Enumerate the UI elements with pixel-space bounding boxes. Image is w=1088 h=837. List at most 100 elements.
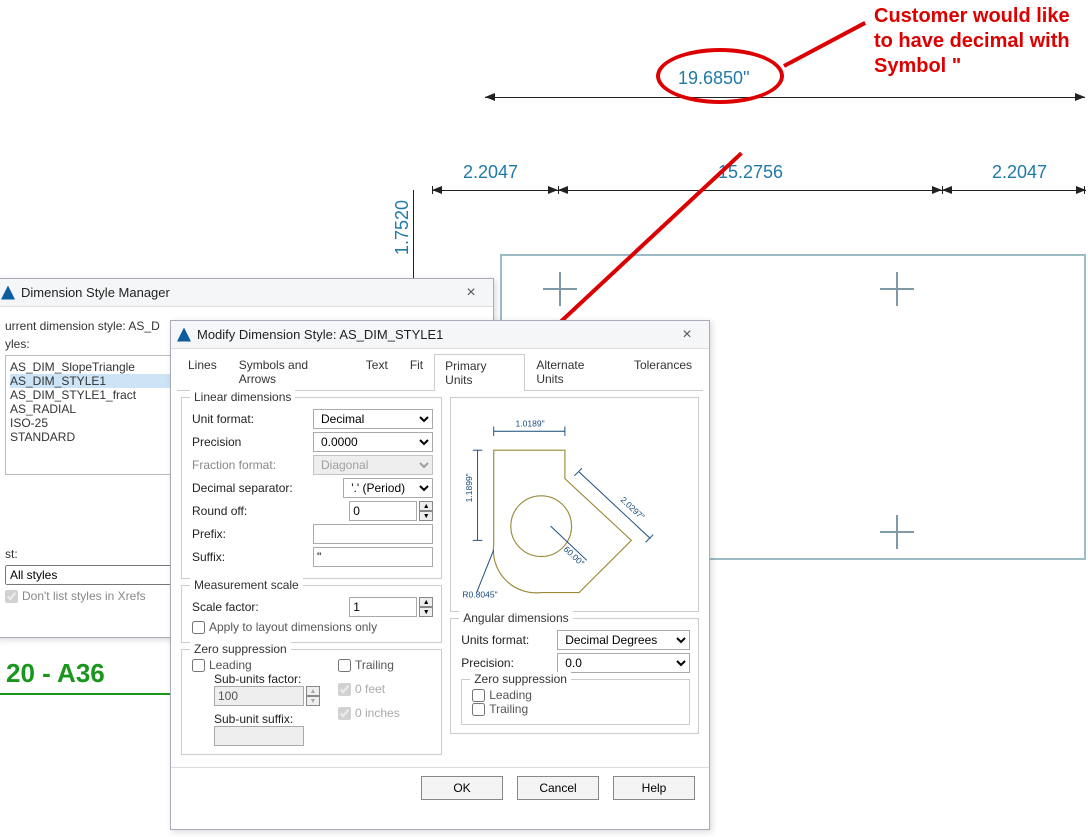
annotation-line [783, 21, 866, 68]
tab-alternate-units[interactable]: Alternate Units [525, 353, 623, 390]
arrow-left-icon [485, 93, 495, 101]
arrow-right-icon [932, 186, 942, 194]
arrow-left-icon [558, 186, 568, 194]
decimal-separator-select[interactable]: '.' (Period) [343, 478, 433, 498]
dim-vert: 1.7520 [392, 200, 413, 255]
inches-checkbox [338, 707, 351, 720]
group-label: Zero suppression [470, 672, 571, 686]
measurement-scale-group: Measurement scale Scale factor: ▲▼ Apply… [181, 585, 442, 643]
suffix-input[interactable] [313, 547, 433, 567]
close-icon[interactable]: × [671, 326, 703, 344]
ok-button[interactable]: OK [421, 776, 503, 800]
cross-mark-icon [880, 272, 914, 306]
arrow-right-icon [548, 186, 558, 194]
trailing-label: Trailing [355, 658, 394, 672]
subsuffix-input [214, 726, 304, 746]
group-label: Measurement scale [190, 578, 303, 592]
precision-select[interactable]: 0.0000 [313, 432, 433, 452]
subsuffix-label: Sub-unit suffix: [214, 712, 293, 726]
xref-checkbox[interactable] [5, 590, 18, 603]
dimension-preview: 1.0189" 1.1899" 2.0297" 60.00° R0.8045" [450, 397, 699, 612]
mdlg-title: Modify Dimension Style: AS_DIM_STYLE1 [197, 327, 671, 342]
layout-only-checkbox[interactable] [192, 621, 205, 634]
annotation-ellipse [656, 48, 784, 104]
dsm-titlebar[interactable]: Dimension Style Manager × [0, 279, 493, 307]
spin-up-icon[interactable]: ▲ [419, 597, 433, 607]
angular-precision-label: Precision: [461, 656, 551, 670]
prefix-label: Prefix: [192, 527, 307, 541]
subfactor-input [214, 686, 304, 706]
arrow-left-icon [942, 186, 952, 194]
angular-dimensions-group: Angular dimensions Units format: Decimal… [450, 618, 699, 734]
svg-text:R0.8045": R0.8045" [463, 589, 498, 599]
dim-line [413, 190, 414, 290]
leading-row[interactable]: Leading [192, 658, 320, 672]
cross-mark-icon [543, 272, 577, 306]
spin-down-icon[interactable]: ▼ [419, 607, 433, 617]
annotation-text: Customer would like to have decimal with… [874, 4, 1084, 79]
angular-zero-group: Zero suppression Leading Trailing [461, 679, 690, 725]
fraction-format-label: Fraction format: [192, 458, 307, 472]
angular-format-select[interactable]: Decimal Degrees [557, 630, 690, 650]
group-label: Zero suppression [190, 642, 291, 656]
suffix-label: Suffix: [192, 550, 307, 564]
prefix-input[interactable] [313, 524, 433, 544]
modify-dimension-style-dialog: Modify Dimension Style: AS_DIM_STYLE1 × … [170, 320, 710, 830]
arrow-right-icon [1075, 93, 1085, 101]
zero-suppression-group: Zero suppression Leading Sub-units facto… [181, 649, 442, 755]
tab-lines[interactable]: Lines [177, 353, 228, 390]
fraction-format-select: Diagonal [313, 455, 433, 475]
scale-factor-label: Scale factor: [192, 600, 307, 614]
angular-trailing-label: Trailing [489, 702, 528, 716]
dim-left: 2.2047 [463, 162, 518, 183]
trailing-checkbox[interactable] [338, 659, 351, 672]
roundoff-label: Round off: [192, 504, 307, 518]
unit-format-select[interactable]: Decimal [313, 409, 433, 429]
layout-only-row[interactable]: Apply to layout dimensions only [192, 620, 433, 634]
arrow-right-icon [1076, 186, 1086, 194]
group-label: Angular dimensions [459, 611, 572, 625]
linear-dimensions-group: Linear dimensions Unit format: Decimal P… [181, 397, 442, 579]
leading-label: Leading [209, 658, 252, 672]
spin-up-icon[interactable]: ▲ [419, 501, 433, 511]
svg-text:1.0189": 1.0189" [516, 418, 545, 428]
spin-down-icon: ▼ [306, 696, 320, 706]
tab-symbols-arrows[interactable]: Symbols and Arrows [228, 353, 355, 390]
mdlg-titlebar[interactable]: Modify Dimension Style: AS_DIM_STYLE1 × [171, 321, 709, 349]
angular-leading-checkbox[interactable] [472, 689, 485, 702]
roundoff-input[interactable] [349, 501, 417, 521]
tab-fit[interactable]: Fit [399, 353, 434, 390]
svg-text:1.1899": 1.1899" [464, 473, 474, 502]
precision-label: Precision [192, 435, 307, 449]
tab-primary-units[interactable]: Primary Units [434, 354, 525, 391]
spin-up-icon: ▲ [306, 686, 320, 696]
dim-line [432, 190, 1086, 191]
subfactor-label: Sub-units factor: [214, 672, 301, 686]
dialog-button-bar: OK Cancel Help [171, 767, 709, 808]
arrow-left-icon [432, 186, 442, 194]
feet-checkbox [338, 683, 351, 696]
spin-down-icon[interactable]: ▼ [419, 511, 433, 521]
angular-leading-row[interactable]: Leading [472, 688, 681, 702]
angular-trailing-row[interactable]: Trailing [472, 702, 681, 716]
scale-factor-input[interactable] [349, 597, 417, 617]
feet-label: 0 feet [355, 682, 385, 696]
profile-label: 20 - A36 [0, 654, 170, 695]
close-icon[interactable]: × [455, 284, 487, 302]
cancel-button[interactable]: Cancel [517, 776, 599, 800]
layout-only-label: Apply to layout dimensions only [209, 620, 377, 634]
dsm-title: Dimension Style Manager [21, 285, 455, 300]
tab-tolerances[interactable]: Tolerances [623, 353, 703, 390]
angular-precision-select[interactable]: 0.0 [557, 653, 690, 673]
trailing-row[interactable]: Trailing [338, 658, 400, 672]
angular-trailing-checkbox[interactable] [472, 703, 485, 716]
decimal-separator-label: Decimal separator: [192, 481, 307, 495]
autodesk-icon [177, 328, 191, 342]
angular-leading-label: Leading [489, 688, 532, 702]
leading-checkbox[interactable] [192, 659, 205, 672]
help-button[interactable]: Help [613, 776, 695, 800]
autodesk-icon [1, 286, 15, 300]
tab-text[interactable]: Text [355, 353, 399, 390]
tab-bar: Lines Symbols and Arrows Text Fit Primar… [177, 353, 703, 391]
svg-text:2.0297": 2.0297" [619, 495, 647, 522]
